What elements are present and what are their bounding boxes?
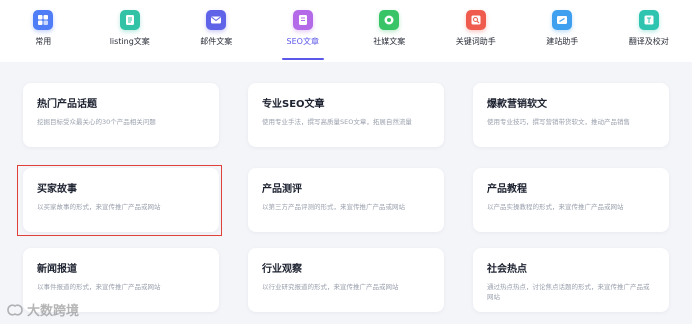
tab-1[interactable]: listing文案	[87, 0, 174, 62]
tab-6[interactable]: 建站助手	[519, 0, 606, 62]
tab-5[interactable]: 关键词助手	[433, 0, 520, 62]
seo-doc-icon	[292, 10, 313, 30]
category-tab-bar: 常用 listing文案 邮件文案 SEO文章 社媒文案 关键词助手 建站助手 翻译及校对	[0, 0, 692, 62]
watermark-logo-icon	[7, 303, 23, 316]
translate-icon	[638, 10, 659, 30]
keyword-icon	[465, 10, 486, 30]
card-description: 通过热点热点，讨论焦点话题的形式，来宣传推广产品或网站	[487, 283, 650, 301]
card-title: 热门产品话题	[37, 99, 97, 110]
template-card-grid: 热门产品话题 挖掘目标受众最关心的30个产品相关问题 专业SEO文章 使用专业手…	[0, 62, 692, 324]
list-doc-icon	[119, 10, 140, 30]
social-icon	[379, 10, 400, 30]
card-title: 行业观察	[262, 264, 302, 275]
card-title: 产品教程	[487, 184, 527, 195]
card-description: 以买家故事的形式，来宣传推广产品或网站	[37, 203, 161, 211]
card-description: 以行业研究报道的形式，来宣传推广产品或网站	[262, 283, 399, 291]
tab-label: 常用	[35, 37, 52, 46]
website-icon	[552, 10, 573, 30]
card-description: 使用专业手法，撰写高质量SEO文章，拓展自然流量	[262, 118, 412, 126]
tab-label: 社媒文案	[373, 37, 406, 46]
card-hot-topics[interactable]: 热门产品话题 挖掘目标受众最关心的30个产品相关问题	[23, 83, 219, 147]
card-title: 社会热点	[487, 264, 527, 275]
tab-label: 关键词助手	[455, 37, 496, 46]
tab-0[interactable]: 常用	[0, 0, 87, 62]
card-description: 以产品实操教程的形式，来宣传推广产品或网站	[487, 203, 624, 211]
watermark-text: 大数跨境	[27, 304, 80, 319]
grid-icon	[33, 10, 54, 30]
card-description: 挖掘目标受众最关心的30个产品相关问题	[37, 118, 156, 126]
tab-label: 建站助手	[546, 37, 579, 46]
card-title: 买家故事	[37, 184, 77, 195]
tab-label: 翻译及校对	[628, 37, 669, 46]
card-pro-seo-article[interactable]: 专业SEO文章 使用专业手法，撰写高质量SEO文章，拓展自然流量	[248, 83, 444, 147]
tab-label: 邮件文案	[200, 37, 233, 46]
tab-7[interactable]: 翻译及校对	[606, 0, 692, 62]
card-description: 使用专业技巧，撰写营销带货软文，推动产品销售	[487, 118, 630, 126]
card-title: 爆款营销软文	[487, 99, 547, 110]
tab-label: SEO文章	[286, 37, 319, 46]
card-viral-marketing[interactable]: 爆款营销软文 使用专业技巧，撰写营销带货软文，推动产品销售	[473, 83, 669, 147]
card-title: 专业SEO文章	[262, 99, 325, 110]
tab-3[interactable]: SEO文章	[260, 0, 347, 62]
tab-4[interactable]: 社媒文案	[346, 0, 433, 62]
card-title: 产品测评	[262, 184, 302, 195]
card-description: 以第三方产品评测的形式，来宣传推广产品或网站	[262, 203, 405, 211]
card-buyer-story[interactable]: 买家故事 以买家故事的形式，来宣传推广产品或网站	[23, 168, 219, 232]
tab-label: listing文案	[109, 37, 150, 46]
card-title: 新闻报道	[37, 264, 77, 275]
tab-2[interactable]: 邮件文案	[173, 0, 260, 62]
card-industry-insight[interactable]: 行业观察 以行业研究报道的形式，来宣传推广产品或网站	[248, 248, 444, 312]
card-description: 以事件报道的形式，来宣传推广产品或网站	[37, 283, 161, 291]
mail-icon	[206, 10, 227, 30]
card-product-review[interactable]: 产品测评 以第三方产品评测的形式，来宣传推广产品或网站	[248, 168, 444, 232]
watermark: 大数跨境	[6, 300, 79, 319]
tabs-row: 常用 listing文案 邮件文案 SEO文章 社媒文案 关键词助手 建站助手 翻译及校对	[0, 0, 692, 62]
card-social-trends[interactable]: 社会热点 通过热点热点，讨论焦点话题的形式，来宣传推广产品或网站	[473, 248, 669, 312]
card-product-tutorial[interactable]: 产品教程 以产品实操教程的形式，来宣传推广产品或网站	[473, 168, 669, 232]
